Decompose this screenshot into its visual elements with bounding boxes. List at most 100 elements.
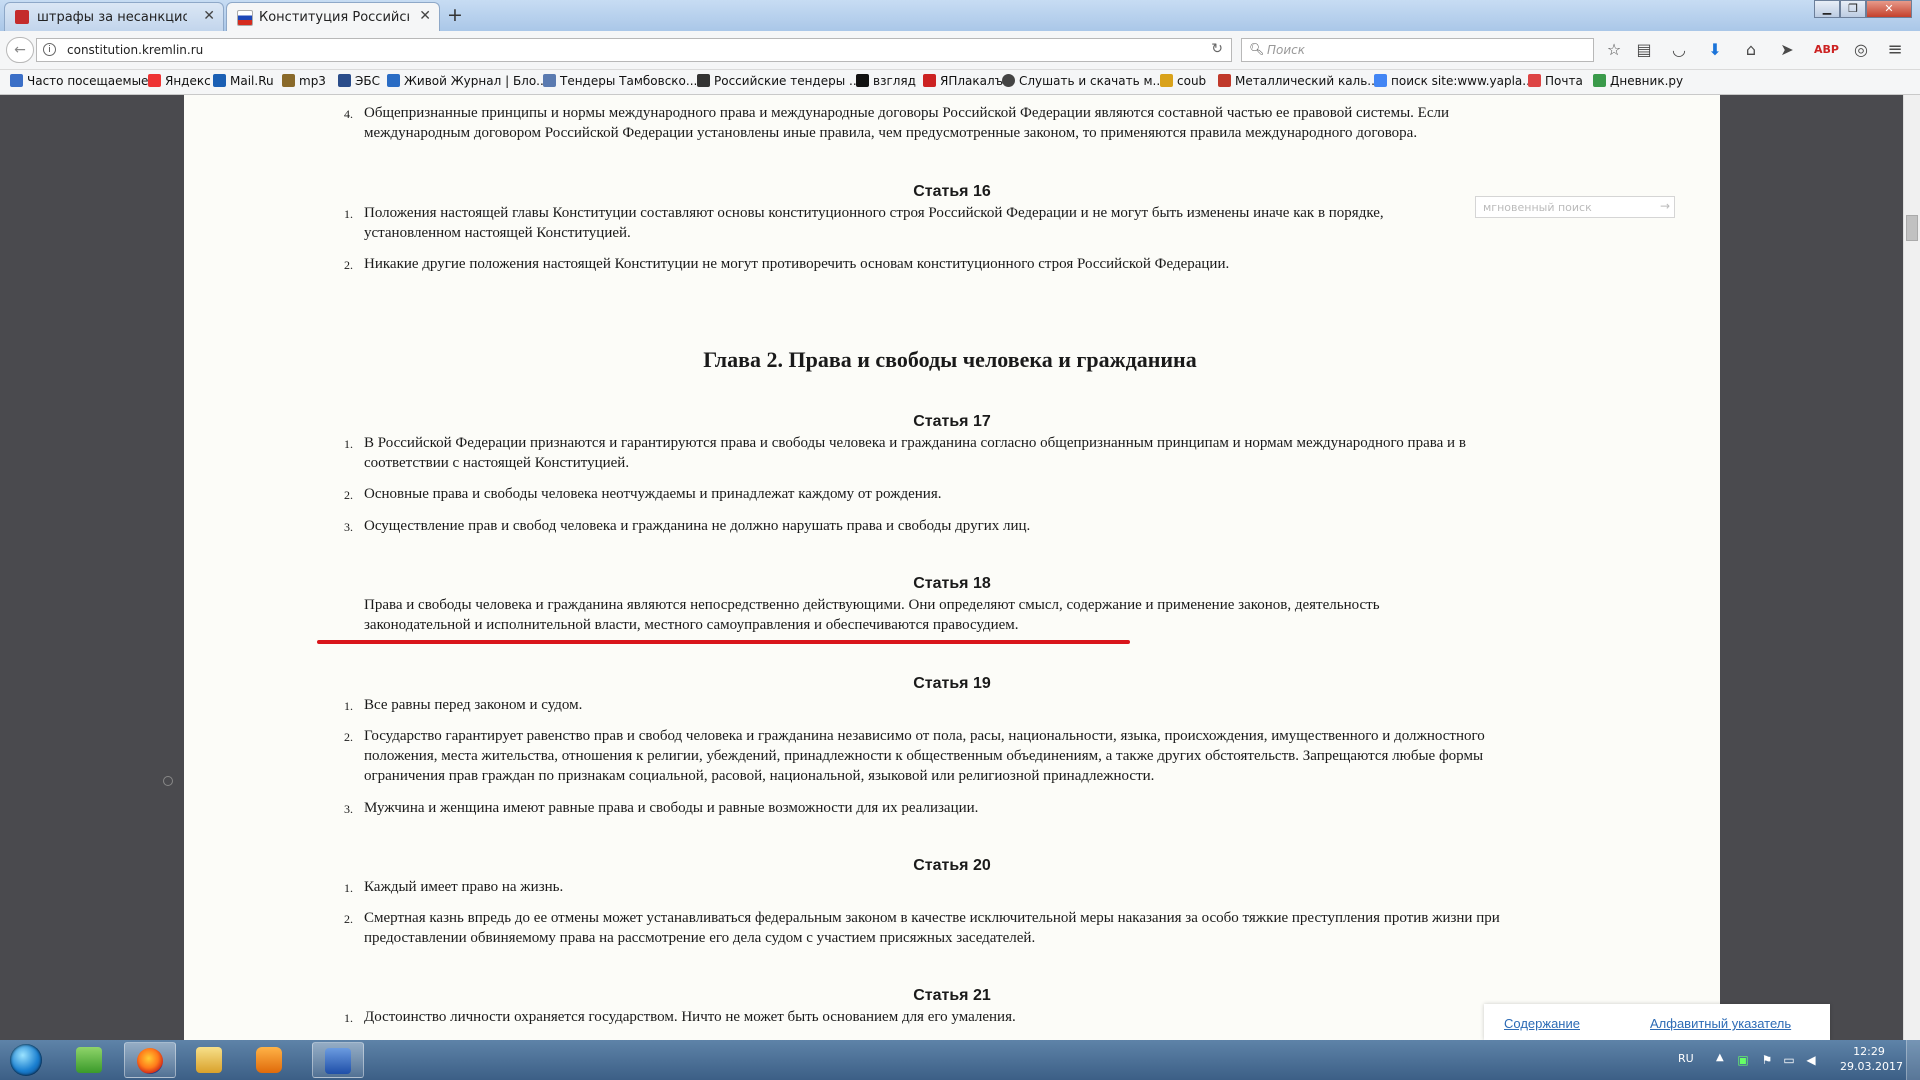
bookmark-item[interactable]: Российские тендеры ... — [697, 74, 860, 88]
pocket-icon[interactable]: ◡ — [1668, 39, 1690, 61]
close-window-button[interactable]: ✕ — [1866, 0, 1912, 18]
word-icon — [325, 1048, 351, 1074]
volume-icon[interactable]: ◀ — [1804, 1053, 1818, 1067]
item-number: 4. — [344, 107, 353, 121]
bookmark-item[interactable]: Дневник.ру — [1593, 74, 1683, 88]
bookmark-label: Российские тендеры ... — [714, 74, 861, 88]
url-bar[interactable]: i constitution.kremlin.ru ↻ — [36, 38, 1232, 62]
tab-title: Конституция Российской ... — [259, 10, 409, 25]
mailru-icon — [213, 74, 226, 87]
media-player-icon — [256, 1047, 282, 1073]
firefox-icon — [137, 1048, 163, 1074]
taskbar-app[interactable] — [64, 1042, 116, 1078]
livejournal-icon — [387, 74, 400, 87]
item-number: 1. — [344, 1011, 353, 1025]
network-icon[interactable]: ▭ — [1782, 1053, 1796, 1067]
bookmark-item[interactable]: ЯПлакалъ — [923, 74, 1003, 88]
page-marker — [163, 776, 173, 786]
info-icon[interactable]: i — [43, 43, 56, 56]
article-heading: Статья 17 — [913, 413, 991, 430]
article15-item4: Общепризнанные принципы и нормы междунар… — [364, 105, 1449, 141]
close-icon[interactable]: ✕ — [419, 8, 431, 24]
instant-search-input[interactable]: мгновенный поиск → — [1475, 196, 1675, 218]
yaplakal-icon — [923, 74, 936, 87]
flag-icon[interactable]: ⚑ — [1760, 1053, 1774, 1067]
clock[interactable]: 12:29 29.03.2017 — [1840, 1044, 1903, 1074]
bookmark-item[interactable]: Живой Журнал | Бло... — [387, 74, 548, 88]
tab-fines[interactable]: штрафы за несанкциони... ✕ — [4, 2, 224, 31]
article19-item1: Все равны перед законом и судом. — [364, 697, 583, 713]
scrollbar-thumb[interactable] — [1906, 215, 1918, 241]
menu-icon[interactable]: ≡ — [1884, 39, 1906, 61]
bookmark-label: ЯПлакалъ — [940, 74, 1004, 88]
maximize-button[interactable]: ❐ — [1840, 0, 1866, 18]
taskbar-firefox[interactable] — [124, 1042, 176, 1078]
home-icon[interactable]: ⌂ — [1740, 39, 1762, 61]
tray-app-icon[interactable]: ▣ — [1736, 1053, 1750, 1067]
russia-flag-icon — [237, 10, 253, 26]
sync-icon[interactable]: ◎ — [1850, 39, 1872, 61]
article17-item2: Основные права и свободы человека неотчу… — [364, 486, 942, 502]
item-number: 1. — [344, 207, 353, 221]
bookmark-item[interactable]: Слушать и скачать м... — [1002, 74, 1164, 88]
minimize-button[interactable]: ▁ — [1814, 0, 1840, 18]
vertical-scrollbar[interactable] — [1903, 95, 1920, 1040]
article21-item1: Достоинство личности охраняется государс… — [364, 1009, 1016, 1025]
bookmark-item[interactable]: Почта — [1528, 74, 1583, 88]
taskbar-media-player[interactable] — [244, 1042, 296, 1078]
bookmark-label: coub — [1177, 74, 1207, 88]
item-number: 2. — [344, 730, 353, 744]
taskbar-explorer[interactable] — [184, 1042, 236, 1078]
tab-title: штрафы за несанкциони... — [37, 10, 187, 25]
item-number: 1. — [344, 437, 353, 451]
bookmark-label: Металлический каль... — [1235, 74, 1379, 88]
bookmark-item[interactable]: Часто посещаемые — [10, 74, 148, 88]
reload-icon[interactable]: ↻ — [1211, 41, 1223, 57]
footer-navigation: Содержание Алфавитный указатель — [1484, 1004, 1830, 1040]
tab-constitution[interactable]: Конституция Российской ... ✕ — [226, 2, 440, 31]
adblock-icon[interactable]: ABP — [1814, 39, 1839, 61]
bookmark-item[interactable]: Тендеры Тамбовско... — [543, 74, 697, 88]
yandex-icon — [148, 74, 161, 87]
bookmark-star-icon[interactable]: ☆ — [1603, 39, 1625, 61]
article18-text: Права и свободы человека и гражданина яв… — [364, 597, 1380, 633]
bookmark-label: поиск site:www.yapla... — [1391, 74, 1534, 88]
new-tab-button[interactable]: + — [444, 4, 466, 26]
vzglyad-icon — [856, 74, 869, 87]
article20-item1: Каждый имеет право на жизнь. — [364, 879, 564, 895]
arrow-right-icon[interactable]: → — [1660, 199, 1670, 213]
show-desktop-button[interactable] — [1906, 1040, 1920, 1080]
gmail-icon — [1528, 74, 1541, 87]
language-indicator[interactable]: RU — [1678, 1052, 1694, 1065]
bookmark-icon — [10, 74, 23, 87]
close-icon[interactable]: ✕ — [203, 8, 215, 24]
download-icon[interactable]: ⬇ — [1704, 39, 1726, 61]
show-hidden-icons-icon[interactable]: ▲ — [1716, 1052, 1724, 1063]
bookmark-item[interactable]: Металлический каль... — [1218, 74, 1379, 88]
search-input[interactable]: 🔍︎ Поиск — [1241, 38, 1594, 62]
start-button[interactable] — [4, 1042, 48, 1078]
bookmark-item[interactable]: coub — [1160, 74, 1206, 88]
bookmark-item[interactable]: Яндекс — [148, 74, 211, 88]
article-heading: Статья 16 — [913, 183, 991, 200]
bookmarks-bar: Часто посещаемые Яндекс Mail.Ru mp3 ЭБС … — [0, 70, 1920, 95]
bookmark-item[interactable]: взгляд — [856, 74, 916, 88]
item-number: 3. — [344, 802, 353, 816]
article-heading: Статья 20 — [913, 857, 991, 874]
article19-item3: Мужчина и женщина имеют равные права и с… — [364, 800, 979, 816]
bookmark-item[interactable]: ЭБС — [338, 74, 380, 88]
bookmark-label: Слушать и скачать м... — [1019, 74, 1164, 88]
bookmark-label: Почта — [1545, 74, 1583, 88]
bookmark-item[interactable]: mp3 — [282, 74, 326, 88]
back-button[interactable]: ← — [6, 37, 34, 63]
alphabetical-index-link[interactable]: Алфавитный указатель — [1650, 1016, 1791, 1031]
library-icon[interactable]: ▤ — [1633, 39, 1655, 61]
bookmark-label: Часто посещаемые — [27, 74, 149, 88]
bookmark-item[interactable]: поиск site:www.yapla... — [1374, 74, 1534, 88]
send-icon[interactable]: ➤ — [1776, 39, 1798, 61]
taskbar-word[interactable] — [312, 1042, 364, 1078]
contents-link[interactable]: Содержание — [1504, 1016, 1580, 1031]
bookmark-label: Тендеры Тамбовско... — [560, 74, 698, 88]
bookmark-item[interactable]: Mail.Ru — [213, 74, 274, 88]
instant-search-placeholder: мгновенный поиск — [1483, 201, 1592, 214]
